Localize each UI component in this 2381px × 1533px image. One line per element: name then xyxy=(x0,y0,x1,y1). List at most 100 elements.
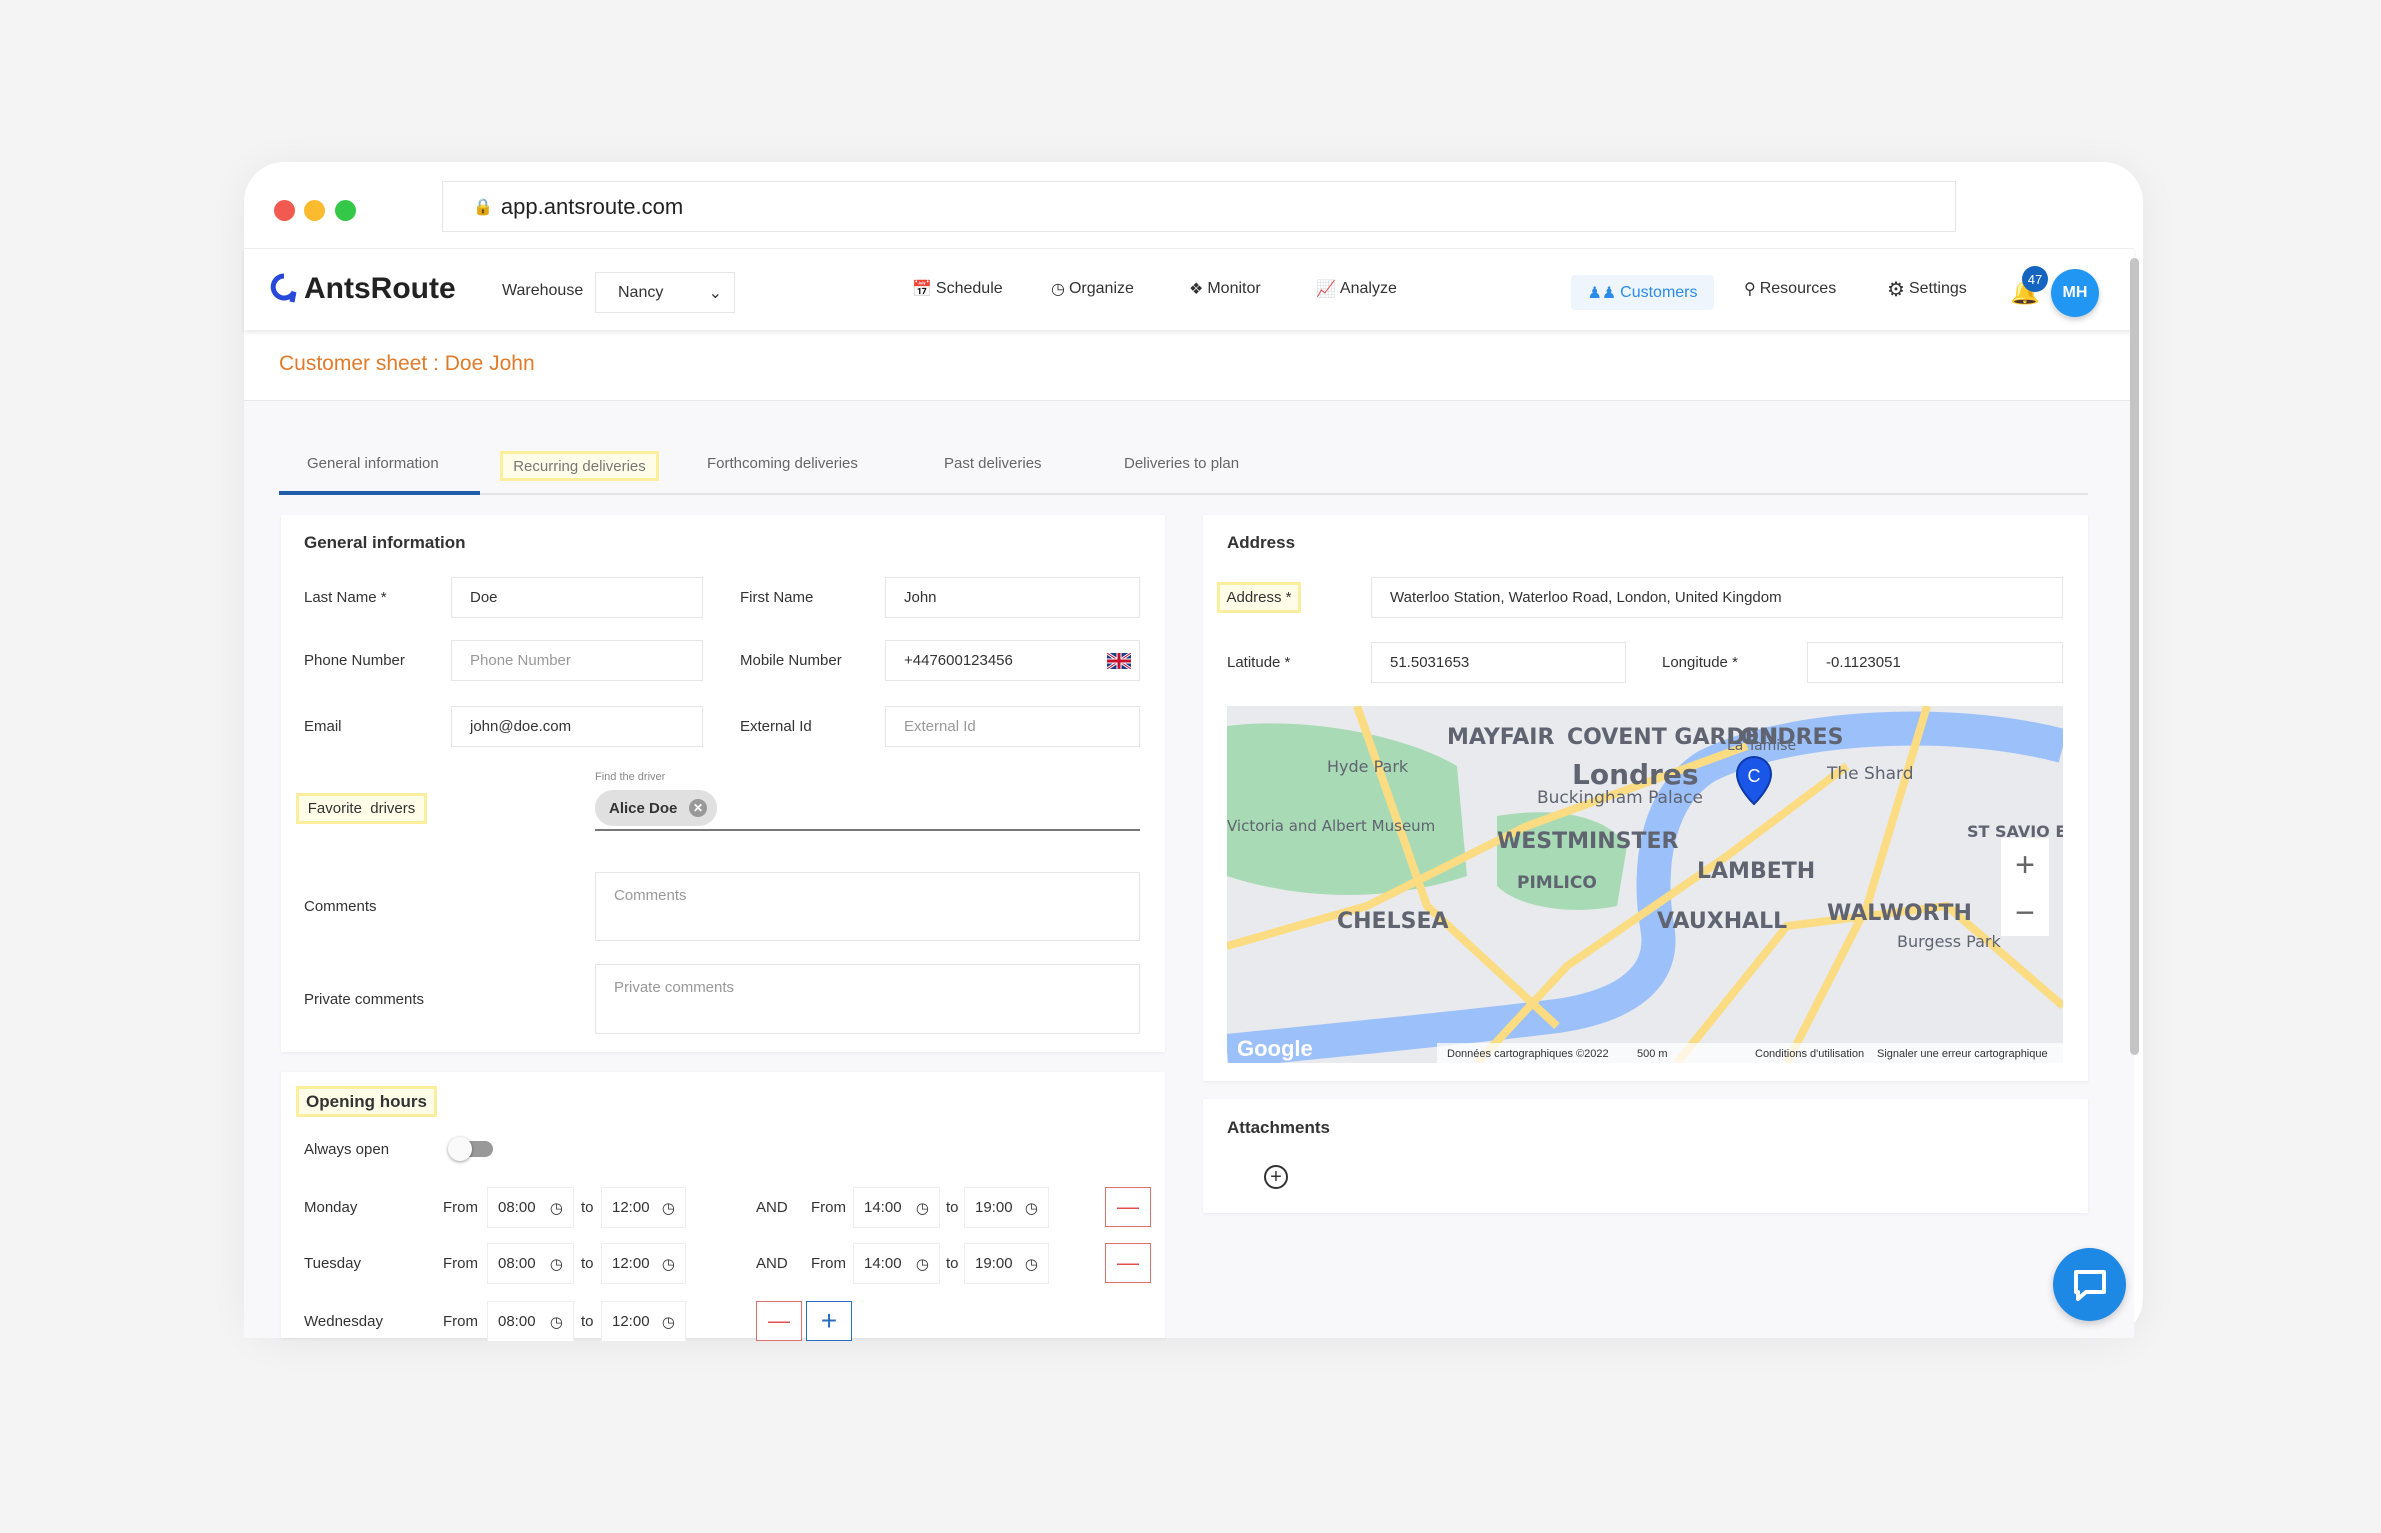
nav-schedule[interactable]: 📅 Schedule xyxy=(912,248,1003,330)
phone-input[interactable]: Phone Number xyxy=(451,640,703,681)
tab-forthcoming-deliveries[interactable]: Forthcoming deliveries xyxy=(707,455,858,472)
map-label: PIMLICO xyxy=(1517,873,1597,893)
tabs-divider xyxy=(279,493,2088,495)
time-to-input[interactable]: 12:00 ◷ xyxy=(601,1187,686,1228)
clock-icon: ◷ xyxy=(661,1313,675,1331)
time-to-input[interactable]: 19:00 ◷ xyxy=(964,1243,1049,1284)
always-open-label: Always open xyxy=(304,1141,390,1158)
uk-flag-icon xyxy=(1107,652,1131,669)
map-label: Londres xyxy=(1572,758,1699,791)
map-report-link[interactable]: Signaler une erreur cartographique xyxy=(1877,1048,2048,1060)
nav-resources[interactable]: ⚲ Resources xyxy=(1744,248,1836,330)
nav-customers[interactable]: ♟♟ Customers xyxy=(1571,275,1714,310)
time-from-input[interactable]: 14:00 ◷ xyxy=(853,1187,940,1228)
nav-analyze[interactable]: 📈 Analyze xyxy=(1316,248,1397,330)
zoom-out-button[interactable]: − xyxy=(2015,894,2035,932)
minus-icon: — xyxy=(768,1308,790,1333)
time-to-input[interactable]: 12:00 ◷ xyxy=(601,1243,686,1284)
logo[interactable]: AntsRoute xyxy=(270,272,456,306)
address-label: Address * xyxy=(1217,582,1301,613)
calendar-icon: 📅 xyxy=(912,281,932,298)
and-label: AND xyxy=(756,1199,788,1216)
map-label: La Tamise xyxy=(1727,738,1796,754)
scrollbar[interactable] xyxy=(2130,258,2139,1055)
mobile-input[interactable]: +447600123456 xyxy=(885,640,1140,681)
driver-chip: Alice Doe ✕ xyxy=(595,790,717,826)
map-label: Victoria and Albert Museum xyxy=(1227,817,1435,835)
maximize-window-button[interactable] xyxy=(335,200,356,221)
to-label: to xyxy=(946,1199,959,1216)
nav-monitor[interactable]: ❖ Monitor xyxy=(1189,248,1261,330)
day-label: Tuesday xyxy=(304,1255,361,1272)
map[interactable]: MAYFAIR COVENT GARDENLONDRESLondresHyde P… xyxy=(1227,706,2063,1063)
from-label: From xyxy=(811,1255,846,1272)
map-label: WESTMINSTER xyxy=(1497,829,1679,854)
address-input[interactable]: Waterloo Station, Waterloo Road, London,… xyxy=(1371,577,2063,618)
remove-slot-button[interactable]: — xyxy=(756,1301,802,1341)
mobile-label: Mobile Number xyxy=(740,652,842,669)
minus-icon: — xyxy=(1117,1250,1139,1275)
first-name-label: First Name xyxy=(740,589,814,606)
private-comments-label: Private comments xyxy=(304,991,425,1008)
zoom-in-button[interactable]: + xyxy=(2015,846,2035,884)
latitude-input[interactable]: 51.5031653 xyxy=(1371,642,1626,683)
driver-search-input[interactable] xyxy=(595,829,1140,831)
favorite-drivers-label: Favorite drivers xyxy=(296,793,427,824)
map-label: The Shard xyxy=(1826,764,1914,784)
always-open-toggle[interactable] xyxy=(448,1137,493,1161)
to-label: to xyxy=(581,1255,594,1272)
minimize-window-button[interactable] xyxy=(304,200,325,221)
nav-settings[interactable]: ⚙ Settings xyxy=(1887,248,1967,330)
map-label: LAMBETH xyxy=(1697,859,1815,884)
warehouse-select[interactable]: Nancy ⌄ xyxy=(595,272,735,313)
last-name-input[interactable]: Doe xyxy=(451,577,703,618)
clock-icon: ◷ xyxy=(661,1255,675,1273)
tab-general-information[interactable]: General information xyxy=(307,455,439,472)
time-to-input[interactable]: 12:00 ◷ xyxy=(601,1301,686,1342)
from-label: From xyxy=(811,1199,846,1216)
tab-deliveries-to-plan[interactable]: Deliveries to plan xyxy=(1124,455,1239,472)
section-heading: General information xyxy=(304,533,466,552)
users-icon: ♟♟ xyxy=(1587,284,1617,302)
map-terms-link[interactable]: Conditions d'utilisation xyxy=(1755,1048,1864,1060)
remove-chip-icon[interactable]: ✕ xyxy=(689,799,707,817)
chevron-down-icon: ⌄ xyxy=(708,284,722,302)
add-slot-button[interactable]: + xyxy=(806,1301,852,1341)
tab-recurring-deliveries[interactable]: Recurring deliveries xyxy=(500,451,659,481)
longitude-input[interactable]: -0.1123051 xyxy=(1807,642,2063,683)
clock-icon: ◷ xyxy=(915,1199,929,1217)
time-from-input[interactable]: 08:00 ◷ xyxy=(487,1301,574,1342)
from-label: From xyxy=(443,1313,478,1330)
time-from-input[interactable]: 14:00 ◷ xyxy=(853,1243,940,1284)
nav-organize[interactable]: ◷ Organize xyxy=(1051,248,1134,330)
marker-label: C xyxy=(1748,766,1761,786)
email-input[interactable]: john@doe.com xyxy=(451,706,703,747)
address-bar[interactable]: 🔒 app.antsroute.com xyxy=(442,181,1956,232)
map-label: Buckingham Palace xyxy=(1537,788,1703,808)
time-to-input[interactable]: 19:00 ◷ xyxy=(964,1187,1049,1228)
phone-label: Phone Number xyxy=(304,652,405,669)
chat-button[interactable] xyxy=(2053,1248,2126,1321)
clock-icon: ◷ xyxy=(549,1255,563,1273)
add-attachment-button[interactable]: + xyxy=(1264,1165,1288,1189)
google-logo: Google xyxy=(1237,1036,1313,1061)
from-label: From xyxy=(443,1255,478,1272)
map-label: Burgess Park xyxy=(1897,932,2001,951)
private-comments-textarea[interactable]: Private comments xyxy=(595,964,1140,1034)
remove-slot-button[interactable]: — xyxy=(1105,1187,1151,1227)
active-tab-indicator xyxy=(279,491,480,495)
attachments-card xyxy=(1203,1099,2088,1213)
close-window-button[interactable] xyxy=(274,200,295,221)
comments-textarea[interactable]: Comments xyxy=(595,872,1140,941)
time-from-input[interactable]: 08:00 ◷ xyxy=(487,1243,574,1284)
time-from-input[interactable]: 08:00 ◷ xyxy=(487,1187,574,1228)
remove-slot-button[interactable]: — xyxy=(1105,1243,1151,1283)
avatar[interactable]: MH xyxy=(2051,269,2099,317)
tab-past-deliveries[interactable]: Past deliveries xyxy=(944,455,1042,472)
clock-icon: ◷ xyxy=(1024,1199,1038,1217)
external-id-input[interactable]: External Id xyxy=(885,706,1140,747)
attachments-heading: Attachments xyxy=(1227,1118,1330,1137)
longitude-label: Longitude * xyxy=(1662,654,1738,671)
first-name-input[interactable]: John xyxy=(885,577,1140,618)
notification-badge: 47 xyxy=(2022,266,2048,292)
